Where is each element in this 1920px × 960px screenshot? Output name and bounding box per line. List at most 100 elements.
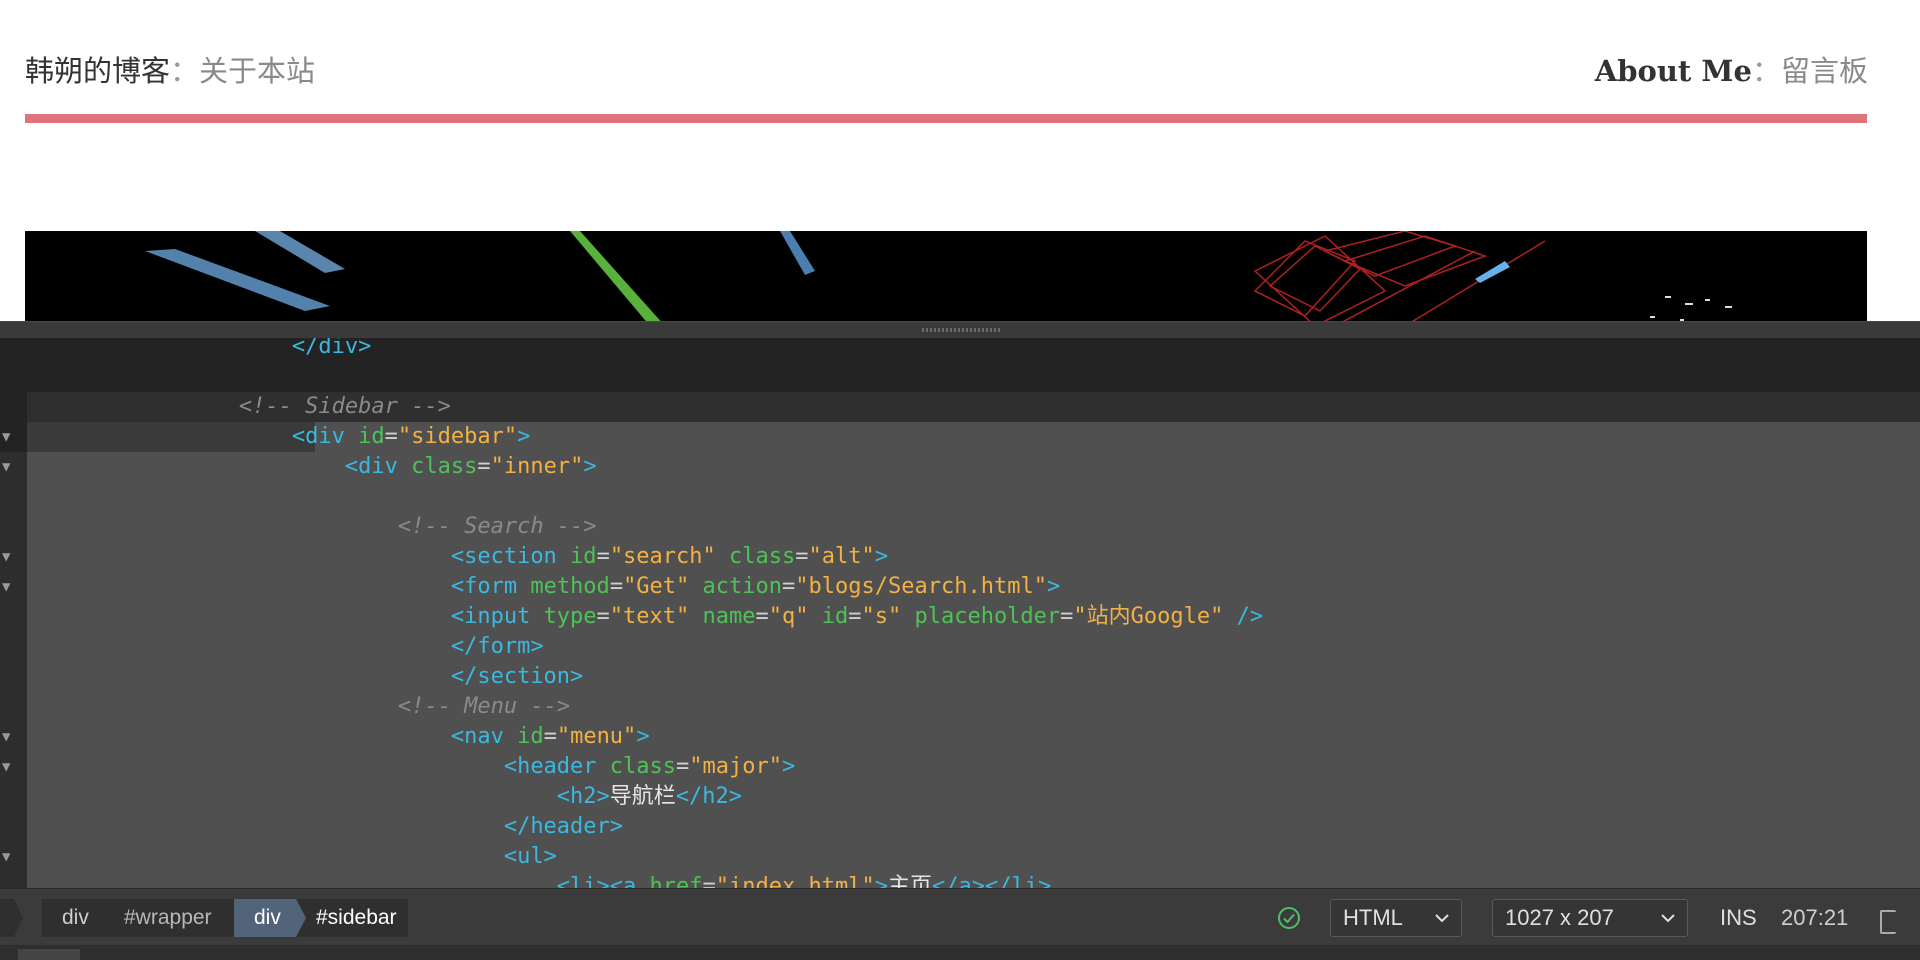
code-token: = <box>609 574 624 599</box>
check-circle-icon[interactable] <box>1277 906 1301 930</box>
line-gutter <box>0 662 27 692</box>
code-token: = <box>596 544 610 569</box>
fold-triangle-icon[interactable]: ▼ <box>2 842 10 872</box>
code-token: </section> <box>27 664 584 689</box>
code-text: <input type="text" name="q" id="s" place… <box>27 602 1263 632</box>
code-token: "alt" <box>808 544 875 569</box>
code-line[interactable]: <!-- Sidebar --> <box>0 392 1920 422</box>
code-text: <section id="search" class="alt"> <box>27 542 888 572</box>
code-token: = <box>676 754 690 779</box>
code-line[interactable] <box>0 482 1920 512</box>
code-text: <h2>导航栏</h2> <box>27 782 742 812</box>
bottom-tab[interactable] <box>18 949 80 960</box>
code-token: 主页 <box>887 874 932 888</box>
code-line[interactable]: ▼ <header class="major"> <box>0 752 1920 782</box>
code-text: </header> <box>27 812 623 842</box>
cursor-position: 207:21 <box>1781 905 1849 930</box>
panel-edge-icon[interactable] <box>1880 910 1896 934</box>
line-gutter <box>0 632 27 662</box>
code-line[interactable]: </header> <box>0 812 1920 842</box>
code-token: <!-- Menu --> <box>27 694 571 719</box>
line-gutter <box>0 692 27 722</box>
breadcrumb-item-sidebar[interactable]: div #sidebar <box>234 899 408 937</box>
code-token: </div> <box>27 338 372 359</box>
fold-triangle-icon[interactable]: ▼ <box>2 752 10 782</box>
code-token: id <box>821 604 849 629</box>
nav-separator: ： <box>170 54 200 88</box>
code-token: = <box>782 574 796 599</box>
code-text: <li><a href="index.html">主页</a></li> <box>27 872 1051 888</box>
code-line[interactable]: </div> <box>0 338 1920 362</box>
code-line[interactable] <box>0 362 1920 392</box>
code-line[interactable]: <li><a href="index.html">主页</a></li> <box>0 872 1920 888</box>
code-view[interactable]: </div> <!-- Sidebar --> ▼ <div id="sideba… <box>0 338 1920 888</box>
code-line[interactable]: ▼ <div id="sidebar"> <box>0 422 1920 452</box>
nav-link-about-site[interactable]: 关于本站 <box>199 54 315 88</box>
language-value: HTML <box>1343 905 1403 930</box>
fold-triangle-icon[interactable]: ▼ <box>2 452 10 482</box>
code-line[interactable]: <h2>导航栏</h2> <box>0 782 1920 812</box>
code-token: </a></li> <box>931 874 1052 888</box>
breadcrumb-tag: div <box>254 906 281 929</box>
code-line[interactable]: ▼ <form method="Get" action="blogs/Searc… <box>0 572 1920 602</box>
nav-link-about-me[interactable]: About Me <box>1595 54 1752 88</box>
panel-splitter[interactable] <box>0 321 1920 339</box>
fold-triangle-icon[interactable]: ▼ <box>2 722 10 752</box>
code-token: <ul> <box>27 844 557 869</box>
code-token: "text" <box>609 604 703 629</box>
code-token: = <box>702 874 716 888</box>
code-line[interactable]: <!-- Menu --> <box>0 692 1920 722</box>
window-size-value: 1027 x 207 <box>1505 905 1614 930</box>
line-gutter: ▼ <box>0 722 27 752</box>
nav-link-guestbook[interactable]: 留言板 <box>1781 54 1868 88</box>
code-line[interactable]: </section> <box>0 662 1920 692</box>
language-select[interactable]: HTML <box>1330 899 1462 937</box>
code-line[interactable]: </form> <box>0 632 1920 662</box>
live-view: 韩朔的博客：关于本站 About Me：留言板 <box>0 0 1920 321</box>
breadcrumb-overflow[interactable] <box>0 899 23 937</box>
code-token: <h2> <box>27 784 610 809</box>
code-token: <!-- Search --> <box>27 514 597 539</box>
fold-triangle-icon[interactable]: ▼ <box>2 572 10 602</box>
line-gutter: ▼ <box>0 572 27 602</box>
code-token: 导航栏 <box>609 784 676 809</box>
code-token: <form <box>27 574 531 599</box>
fold-triangle-icon[interactable]: ▼ <box>2 542 10 572</box>
status-bar: div #wrapper div #sidebar HTML 1027 x 20… <box>0 888 1920 946</box>
code-token: "menu" <box>556 724 637 749</box>
code-line[interactable]: ▼ <section id="search" class="alt"> <box>0 542 1920 572</box>
fold-triangle-icon[interactable]: ▼ <box>2 422 10 452</box>
code-line[interactable]: <!-- Search --> <box>0 512 1920 542</box>
code-line[interactable]: ▼ <ul> <box>0 842 1920 872</box>
line-gutter: ▼ <box>0 422 27 452</box>
line-gutter <box>0 512 27 542</box>
window-size-select[interactable]: 1027 x 207 <box>1492 899 1688 937</box>
line-gutter: ▼ <box>0 842 27 872</box>
code-text: <ul> <box>27 842 557 872</box>
site-title[interactable]: 韩朔的博客 <box>25 54 170 88</box>
chevron-down-icon <box>1435 914 1449 923</box>
code-token: "q" <box>768 604 822 629</box>
breadcrumb-id: #wrapper <box>124 906 212 929</box>
code-token: = <box>477 454 491 479</box>
code-token: = <box>384 424 398 449</box>
code-token: class <box>729 544 796 569</box>
code-text: </form> <box>27 632 544 662</box>
code-line[interactable]: ▼ <div class="inner"> <box>0 452 1920 482</box>
code-token: "blogs/Search.html" <box>795 574 1047 599</box>
breadcrumb-item-wrapper[interactable]: div #wrapper <box>42 899 240 937</box>
code-token: <input <box>27 604 544 629</box>
line-gutter: ▼ <box>0 752 27 782</box>
code-token: > <box>583 454 597 479</box>
code-text: </div> <box>27 338 371 362</box>
code-token: > <box>636 724 650 749</box>
code-line[interactable]: ▼ <nav id="menu"> <box>0 722 1920 752</box>
code-token: <div <box>27 454 412 479</box>
resize-grip[interactable] <box>922 328 1002 332</box>
code-text: </section> <box>27 662 583 692</box>
line-gutter: ▼ <box>0 542 27 572</box>
code-token: > <box>874 544 888 569</box>
code-token: "inner" <box>490 454 584 479</box>
code-line[interactable]: <input type="text" name="q" id="s" place… <box>0 602 1920 632</box>
insert-mode-indicator[interactable]: INS <box>1720 899 1757 937</box>
